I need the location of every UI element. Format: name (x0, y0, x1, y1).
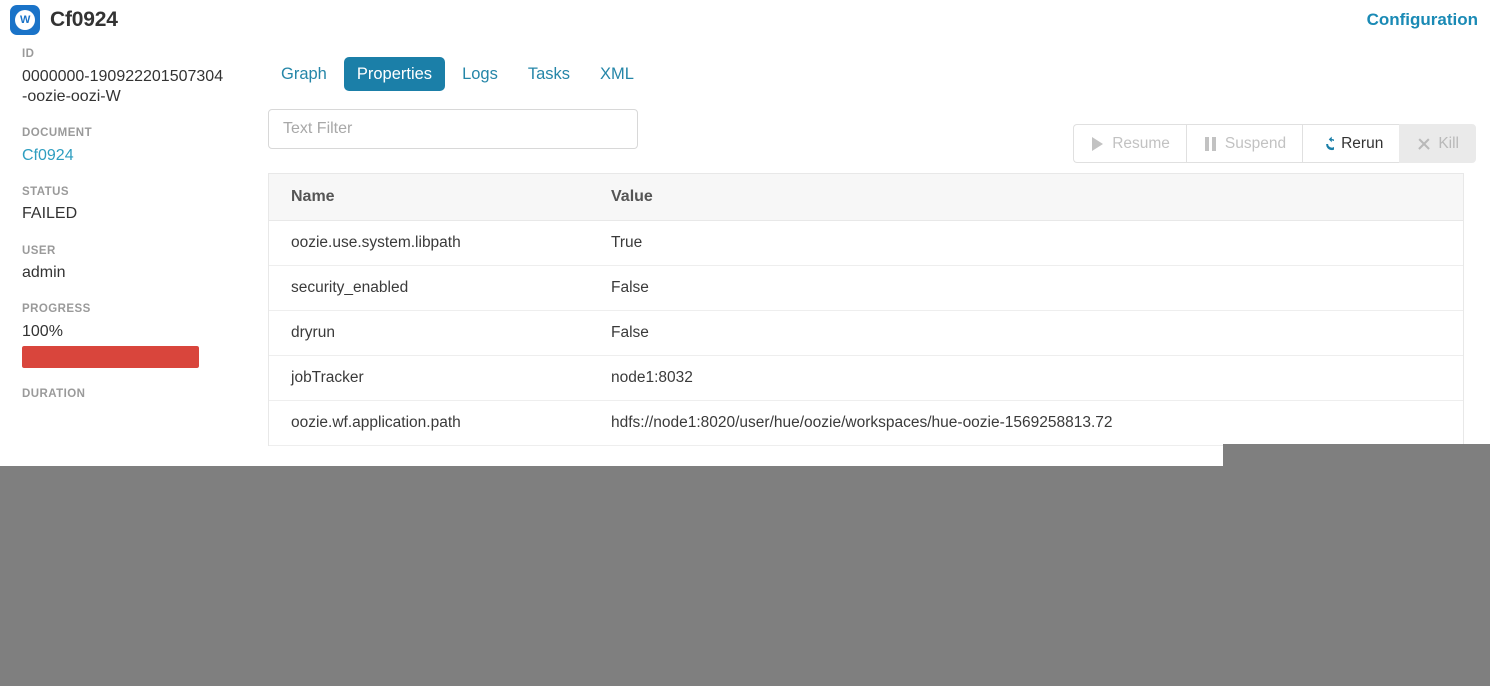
meta-document-label: DOCUMENT (22, 126, 93, 139)
rerun-button[interactable]: Rerun (1302, 124, 1400, 163)
table-row: security_enabled False (269, 265, 1463, 311)
property-value-cell: False (589, 310, 1463, 356)
progress-percent-text: 100% (22, 322, 63, 340)
job-meta-sidebar: ID 0000000-190922201507304-oozie-oozi-W … (0, 48, 248, 407)
workflow-w-icon-glyph: W (15, 10, 35, 30)
property-value-cell[interactable]: hdfs://node1:8020/user/hue/oozie/workspa… (589, 400, 1463, 446)
rerun-button-label: Rerun (1341, 134, 1384, 152)
meta-progress-label: PROGRESS (22, 303, 91, 316)
properties-table-container: Name Value oozie.use.system.libpath True se… (268, 173, 1464, 446)
properties-table: Name Value oozie.use.system.libpath True se… (269, 174, 1463, 446)
meta-document: DOCUMENT Cf0924 (22, 127, 228, 166)
configuration-link[interactable]: Configuration (1367, 10, 1478, 30)
tab-properties[interactable]: Properties (343, 56, 446, 92)
meta-user-value: admin (22, 264, 66, 282)
tab-graph[interactable]: Graph (268, 57, 340, 92)
property-value-cell: node1:8032 (589, 355, 1463, 401)
progress-bar (22, 346, 199, 369)
meta-id: ID 0000000-190922201507304-oozie-oozi-W (22, 48, 228, 107)
close-x-icon (1416, 136, 1431, 151)
text-filter-input[interactable] (268, 109, 638, 149)
table-row: oozie.wf.application.path hdfs://node1:80… (269, 400, 1463, 446)
table-row: dryrun False (269, 310, 1463, 356)
viewport-cutoff-bottom (0, 466, 1490, 686)
kill-button: Kill (1399, 124, 1476, 163)
tab-tasks[interactable]: Tasks (515, 57, 583, 92)
meta-status-label: STATUS (22, 185, 69, 198)
property-name-cell: security_enabled (269, 265, 589, 311)
table-header-row: Name Value (269, 174, 1463, 221)
resume-button-label: Resume (1112, 134, 1170, 152)
resume-button: Resume (1073, 124, 1186, 163)
meta-document-value[interactable]: Cf0924 (22, 146, 228, 166)
main-content: GraphPropertiesLogsTasksXML NameValue oo… (248, 48, 1490, 470)
property-name-cell: jobTracker (269, 355, 589, 401)
column-header-name[interactable]: Name (269, 174, 589, 221)
meta-user-label: USER (22, 244, 56, 257)
column-header-value[interactable]: Value (589, 174, 1463, 221)
workflow-detail-page: W Cf0924 Configuration ID 0000000-190922… (0, 0, 1490, 686)
suspend-button: Suspend (1185, 124, 1303, 163)
meta-user: USER admin (22, 245, 228, 284)
property-name-cell: oozie.use.system.libpath (269, 220, 589, 266)
job-action-toolbar: Resume Suspend Rerun Kill (1073, 124, 1476, 163)
table-row: jobTracker node1:8032 (269, 355, 1463, 401)
refresh-icon (1319, 136, 1335, 151)
suspend-button-label: Suspend (1224, 134, 1287, 152)
meta-duration: DURATION (22, 388, 228, 401)
kill-button-label: Kill (1438, 134, 1459, 152)
pause-icon (1203, 136, 1218, 151)
workflow-w-icon: W (10, 5, 40, 35)
meta-id-value: 0000000-190922201507304-oozie-oozi-W (22, 67, 224, 105)
meta-status: STATUS FAILED (22, 186, 228, 225)
properties-table-head: Name Value (269, 174, 1463, 221)
page-title: Cf0924 (50, 8, 118, 31)
properties-table-body: oozie.use.system.libpath True security_ena… (269, 220, 1463, 446)
page-header: W Cf0924 Configuration (0, 0, 1490, 40)
meta-duration-label: DURATION (22, 388, 86, 401)
tab-bar: Graph Properties Logs Tasks XML (248, 48, 1490, 100)
property-value-cell[interactable]: True (589, 220, 1463, 266)
meta-id-label: ID (22, 48, 35, 60)
progress-bar-fill (22, 346, 199, 369)
meta-progress: PROGRESS 100% (22, 303, 228, 369)
status-badge: FAILED (22, 205, 78, 223)
property-name-cell: oozie.wf.application.path (269, 400, 589, 446)
property-name-cell: dryrun (269, 310, 589, 356)
table-row: oozie.use.system.libpath True (269, 220, 1463, 266)
play-icon (1090, 136, 1105, 151)
tab-logs[interactable]: Logs (449, 57, 511, 92)
property-value-cell: False (589, 265, 1463, 311)
tab-xml[interactable]: XML (587, 57, 647, 92)
